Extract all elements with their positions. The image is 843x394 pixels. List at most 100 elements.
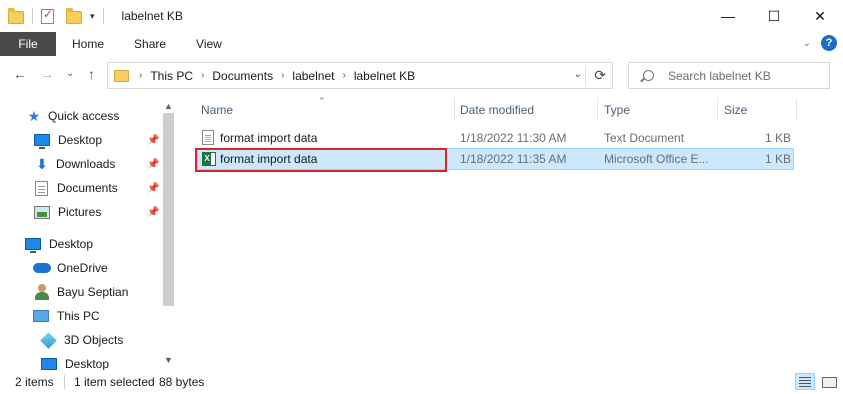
file-type: Text Document	[604, 131, 685, 145]
sidebar-item-desktop-pc[interactable]: Desktop	[41, 353, 109, 370]
ribbon-right-controls: ⌄ ?	[803, 35, 837, 51]
scroll-up-arrow[interactable]: ▲	[164, 101, 173, 111]
recent-locations-button[interactable]: ⌄	[66, 68, 74, 79]
column-divider[interactable]	[717, 98, 718, 120]
breadcrumb-labelnet[interactable]: labelnet	[292, 69, 334, 83]
sidebar-item-label: This PC	[57, 309, 100, 323]
status-divider	[64, 375, 65, 389]
up-button[interactable]: ↑	[88, 66, 95, 82]
cloud-icon	[33, 263, 51, 273]
search-input[interactable]: Search labelnet KB	[668, 69, 771, 83]
search-box[interactable]: Search labelnet KB	[628, 62, 830, 89]
navpane-scrollbar[interactable]: ▲ ▼	[160, 95, 177, 370]
new-folder-icon[interactable]	[66, 8, 82, 24]
user-icon	[35, 284, 49, 300]
selection-size: 88 bytes	[159, 375, 205, 389]
pc-icon	[33, 310, 49, 322]
star-icon: ★	[27, 107, 41, 124]
column-header-size[interactable]: Size	[724, 103, 747, 117]
search-icon	[643, 70, 654, 81]
tab-view[interactable]: View	[180, 32, 236, 56]
file-size: 1 KB	[764, 152, 791, 166]
address-dropdown-icon[interactable]: ⌄	[574, 69, 582, 80]
desktop-icon	[25, 238, 41, 253]
title-divider	[102, 8, 104, 24]
file-date: 1/18/2022 11:35 AM	[460, 152, 567, 166]
scroll-down-arrow[interactable]: ▼	[164, 355, 173, 365]
sort-indicator-icon: ⌃	[318, 96, 326, 106]
address-bar[interactable]: › This PC › Documents › labelnet › label…	[107, 62, 613, 89]
large-icons-view-button[interactable]	[818, 373, 838, 390]
help-icon[interactable]: ?	[821, 35, 837, 51]
folder-icon[interactable]	[8, 8, 24, 24]
file-name: format import data	[220, 131, 318, 145]
pin-icon: 📌	[147, 159, 160, 170]
ribbon-tabs: File Home Share View ⌄ ?	[0, 32, 843, 56]
sidebar-item-label: Quick access	[48, 109, 120, 123]
title-bar: ▾ labelnet KB — ☐ ✕	[0, 0, 843, 32]
forward-button[interactable]: →	[40, 66, 54, 82]
column-divider[interactable]	[597, 98, 598, 120]
column-header-name[interactable]: Name	[201, 103, 233, 117]
column-divider[interactable]	[454, 98, 455, 120]
folder-icon	[114, 69, 129, 82]
sidebar-item-desktop-root[interactable]: Desktop	[25, 233, 93, 255]
address-row: ← → ⌄ ↑ › This PC › Documents › labelnet…	[0, 57, 843, 93]
sidebar-item-this-pc[interactable]: This PC	[33, 305, 100, 327]
breadcrumb-separator: ›	[139, 70, 143, 81]
breadcrumb-separator[interactable]: ›	[281, 70, 284, 81]
properties-icon[interactable]	[41, 7, 54, 24]
tab-file[interactable]: File	[0, 32, 56, 56]
refresh-icon[interactable]: ⟳	[594, 67, 606, 84]
sidebar-item-label: Desktop	[49, 237, 94, 251]
column-headers: ⌃ Name Date modified Type Size	[197, 96, 797, 122]
close-button[interactable]: ✕	[797, 0, 843, 32]
pin-icon: 📌	[147, 207, 160, 218]
sidebar-item-label: Desktop	[58, 133, 103, 147]
desktop-icon	[41, 358, 57, 370]
sidebar-item-label: 3D Objects	[64, 333, 124, 347]
selection-status: 1 item selected	[74, 375, 155, 389]
sidebar-item-3d-objects[interactable]: 3D Objects	[40, 329, 124, 351]
sidebar-item-label: Pictures	[58, 205, 102, 219]
text-file-icon	[202, 130, 214, 145]
sidebar-item-pictures[interactable]: Pictures	[34, 201, 101, 223]
breadcrumb-this-pc[interactable]: This PC	[150, 69, 193, 83]
documents-icon	[35, 180, 48, 196]
breadcrumb-documents[interactable]: Documents	[212, 69, 273, 83]
quick-access-toolbar: ▾	[0, 0, 95, 32]
pin-icon: 📌	[147, 183, 160, 194]
sidebar-item-documents[interactable]: Documents	[35, 177, 118, 199]
scroll-thumb[interactable]	[163, 113, 174, 306]
sidebar-item-user[interactable]: Bayu Septian	[35, 281, 128, 303]
tab-home[interactable]: Home	[56, 32, 118, 56]
customize-toolbar-dropdown[interactable]: ▾	[90, 11, 95, 22]
sidebar-item-label: Downloads	[56, 157, 116, 171]
sidebar-item-downloads[interactable]: ⬇ Downloads	[34, 153, 115, 175]
maximize-button[interactable]: ☐	[751, 0, 797, 32]
desktop-icon	[34, 134, 50, 149]
column-divider[interactable]	[796, 98, 797, 120]
breadcrumb-separator[interactable]: ›	[201, 70, 204, 81]
item-count: 2 items	[15, 375, 54, 389]
column-header-type[interactable]: Type	[604, 103, 630, 117]
sidebar-item-desktop[interactable]: Desktop	[34, 129, 102, 151]
sidebar-item-onedrive[interactable]: OneDrive	[33, 257, 108, 279]
sidebar-item-quick-access[interactable]: ★ Quick access	[26, 105, 120, 127]
pictures-icon	[34, 205, 50, 219]
window-controls: — ☐ ✕	[705, 0, 843, 32]
highlight-annotation	[195, 148, 447, 172]
status-bar: 2 items 1 item selected 88 bytes	[0, 370, 843, 394]
tab-share[interactable]: Share	[118, 32, 180, 56]
sidebar-item-label: Desktop	[65, 357, 110, 370]
back-button[interactable]: ←	[13, 66, 27, 82]
breadcrumb-separator[interactable]: ›	[342, 70, 345, 81]
expand-ribbon-icon[interactable]: ⌄	[803, 38, 811, 49]
breadcrumb-labelnet-kb[interactable]: labelnet KB	[354, 69, 415, 83]
column-header-date[interactable]: Date modified	[460, 103, 534, 117]
file-row[interactable]: format import data 1/18/2022 11:30 AM Te…	[197, 127, 794, 149]
sidebar-item-label: OneDrive	[57, 261, 108, 275]
minimize-button[interactable]: —	[705, 0, 751, 32]
sidebar-item-label: Bayu Septian	[57, 285, 129, 299]
details-view-button[interactable]	[795, 373, 815, 390]
